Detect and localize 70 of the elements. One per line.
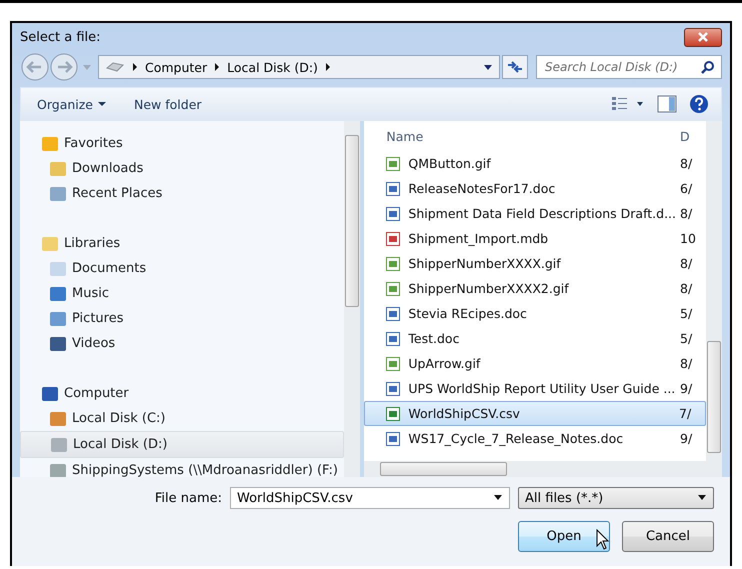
mouse-cursor-icon	[596, 529, 610, 551]
caret-icon[interactable]	[493, 495, 503, 501]
drive-icon	[105, 61, 125, 73]
csv-file-icon	[386, 406, 400, 420]
file-name-field[interactable]: WorldShipCSV.csv	[230, 487, 510, 509]
file-row[interactable]: UpArrow.gif 8/	[364, 351, 706, 376]
organize-menu[interactable]: Organize	[29, 94, 114, 114]
search-field[interactable]: Search Local Disk (D:)	[536, 55, 722, 79]
help-icon[interactable]	[689, 94, 709, 114]
image-file-icon	[386, 282, 400, 296]
cancel-button[interactable]: Cancel	[622, 521, 714, 552]
image-file-icon	[386, 356, 400, 370]
file-row[interactable]: Test.doc 5/	[364, 326, 706, 351]
open-button[interactable]: Open	[518, 521, 610, 552]
breadcrumb[interactable]: Local Disk (D:)	[227, 60, 318, 74]
sidebar-item[interactable]: Documents	[20, 256, 344, 281]
scrollbar[interactable]	[364, 461, 706, 477]
address-bar[interactable]: Computer Local Disk (D:)	[98, 55, 500, 79]
doc-file-icon	[386, 306, 400, 320]
refresh-icon	[507, 60, 523, 74]
doc-file-icon	[386, 332, 400, 346]
preview-pane-icon[interactable]	[657, 95, 677, 113]
doc-file-icon	[386, 432, 400, 446]
file-row[interactable]: Shipment Data Field Descriptions Draft.d... 8/	[364, 201, 706, 226]
sidebar-item[interactable]: Videos	[20, 331, 344, 356]
file-row[interactable]: WorldShipCSV.csv 7/	[364, 401, 706, 426]
chevron-icon	[131, 62, 139, 72]
sidebar-item[interactable]: ShippingSystems (\\Mdroanasriddler) (F:)	[20, 458, 344, 477]
file-row[interactable]: Shipment_Import.mdb 10	[364, 226, 706, 251]
image-file-icon	[386, 256, 400, 270]
caret-icon[interactable]	[697, 495, 707, 501]
file-name-label: File name:	[154, 490, 222, 506]
new-folder-button[interactable]: New folder	[126, 94, 210, 114]
search-icon	[701, 60, 715, 74]
file-row[interactable]: ShipperNumberXXXX2.gif 8/	[364, 276, 706, 301]
scrollbar[interactable]	[706, 121, 722, 477]
file-row[interactable]: ShipperNumberXXXX.gif 8/	[364, 251, 706, 276]
image-file-icon	[386, 156, 400, 170]
sidebar-item[interactable]: Pictures	[20, 306, 344, 331]
sidebar-item[interactable]: Local Disk (C:)	[20, 406, 344, 431]
caret-icon	[98, 101, 106, 107]
doc-file-icon	[386, 382, 400, 396]
window-title: Select a file:	[20, 30, 101, 44]
refresh-button[interactable]	[502, 55, 528, 79]
chevron-icon	[324, 62, 332, 72]
sidebar-item[interactable]: Local Disk (D:)	[20, 431, 344, 458]
file-type-dropdown[interactable]: All files (*.*)	[518, 487, 714, 509]
column-header[interactable]: Name	[364, 128, 676, 144]
view-options-icon[interactable]	[611, 96, 645, 112]
mdb-file-icon	[386, 232, 400, 246]
doc-file-icon	[386, 182, 400, 196]
file-row[interactable]: ReleaseNotesFor17.doc 6/	[364, 176, 706, 201]
close-icon	[696, 31, 710, 43]
dropdown-icon[interactable]	[483, 63, 493, 71]
file-row[interactable]: Stevia REcipes.doc 5/	[364, 301, 706, 326]
close-button[interactable]	[684, 28, 722, 46]
sidebar-group[interactable]: Libraries	[20, 231, 344, 256]
file-row[interactable]: QMButton.gif 8/	[364, 151, 706, 176]
doc-file-icon	[386, 206, 400, 220]
file-row[interactable]: UPS WorldShip Report Utility User Guide ... 9/	[364, 376, 706, 401]
column-header[interactable]: D	[676, 128, 706, 144]
file-row[interactable]: WS17_Cycle_7_Release_Notes.doc 9/	[364, 426, 706, 451]
sidebar-item[interactable]: Downloads	[20, 156, 344, 181]
sidebar-item[interactable]: Music	[20, 281, 344, 306]
chevron-icon	[213, 62, 222, 72]
breadcrumb[interactable]: Computer	[145, 60, 208, 74]
scrollbar[interactable]	[344, 121, 360, 477]
sidebar-item[interactable]: Recent Places	[20, 181, 344, 206]
sidebar-group[interactable]: Computer	[20, 381, 344, 406]
sidebar-group[interactable]: Favorites	[20, 131, 344, 156]
